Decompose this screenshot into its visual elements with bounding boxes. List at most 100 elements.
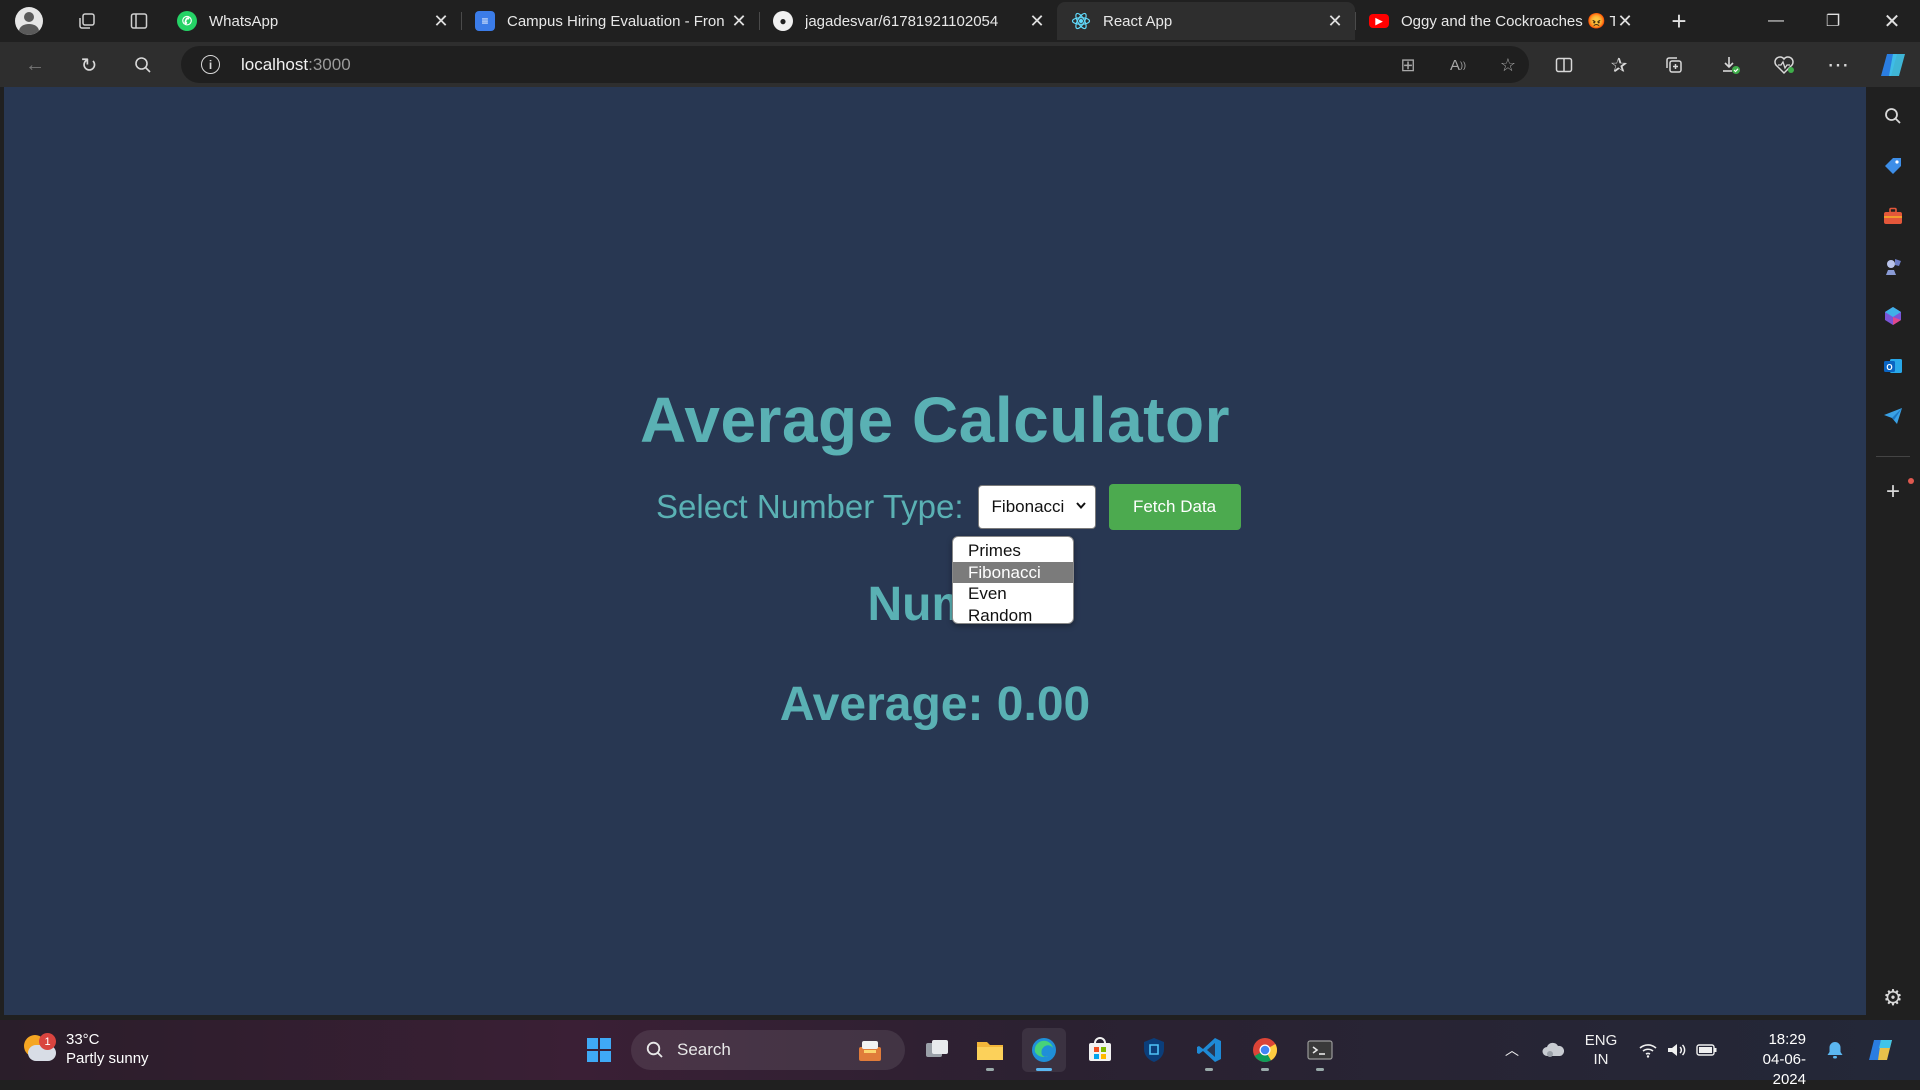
wifi-icon[interactable] <box>1636 1020 1660 1080</box>
language-indicator[interactable]: ENG IN <box>1578 1020 1624 1080</box>
defender-shield-icon[interactable] <box>1132 1028 1176 1072</box>
search-highlight-icon <box>859 1041 881 1061</box>
react-icon <box>1071 11 1091 31</box>
edge-browser-icon[interactable] <box>1022 1028 1066 1072</box>
tab-title: Campus Hiring Evaluation - Fron <box>507 12 725 30</box>
weather-description: Partly sunny <box>66 1050 149 1067</box>
average-value: Average: 0.00 <box>779 678 1091 731</box>
favorite-star-icon[interactable]: ☆ <box>1494 51 1522 79</box>
github-icon: ● <box>773 11 793 31</box>
option-fibonacci[interactable]: Fibonacci <box>953 561 1073 583</box>
add-sidebar-app-icon[interactable]: + <box>1880 478 1906 505</box>
browser-essentials-icon[interactable] <box>1766 48 1802 82</box>
vscode-icon[interactable] <box>1187 1028 1231 1072</box>
collections-icon[interactable] <box>1656 48 1692 82</box>
chrome-icon[interactable] <box>1243 1028 1287 1072</box>
youtube-icon: ▶ <box>1369 14 1389 28</box>
close-tab-icon[interactable]: ✕ <box>1615 11 1635 32</box>
partly-sunny-icon: 1 <box>22 1033 56 1065</box>
refresh-button[interactable]: ↻ <box>72 48 106 82</box>
terminal-icon[interactable] <box>1298 1028 1342 1072</box>
edge-sidebar: O + ⚙ <box>1866 87 1920 1015</box>
favorites-icon[interactable]: ✰ <box>1601 48 1637 82</box>
start-button[interactable] <box>577 1028 621 1072</box>
notification-dot <box>1908 478 1914 484</box>
microsoft-365-icon[interactable] <box>1880 303 1906 329</box>
show-hidden-icons-chevron[interactable]: ︿ <box>1500 1020 1524 1080</box>
sidebar-separator <box>1876 456 1910 457</box>
windows-taskbar: 1 33°C Partly sunny Search ︿ ENG IN 18:2… <box>0 1020 1920 1088</box>
tools-briefcase-icon[interactable] <box>1880 203 1906 229</box>
fetch-data-button[interactable]: Fetch Data <box>1108 483 1241 530</box>
onedrive-cloud-icon[interactable] <box>1538 1020 1568 1080</box>
language-code: ENG <box>1584 1032 1618 1049</box>
browser-toolbar: ← ↻ i localhost:3000 ⊞ A)) ☆ ✰ ⋯ <box>0 42 1920 87</box>
minimize-button[interactable]: — <box>1748 0 1804 42</box>
task-view-icon[interactable] <box>915 1028 959 1072</box>
svg-text:O: O <box>1886 363 1892 372</box>
copilot-taskbar-icon[interactable] <box>1862 1020 1902 1080</box>
option-even[interactable]: Even <box>953 583 1073 605</box>
tab-title: Oggy and the Cockroaches 😡 T <box>1401 13 1615 30</box>
tab-title: jagadesvar/61781921102054 <box>805 12 999 30</box>
telegram-send-icon[interactable] <box>1880 403 1906 429</box>
number-type-label: Select Number Type: <box>656 487 964 525</box>
tab-youtube[interactable]: ▶ Oggy and the Cockroaches 😡 T ✕ <box>1355 2 1645 40</box>
number-type-select[interactable]: Fibonacci <box>977 484 1096 529</box>
microsoft-store-icon[interactable] <box>1078 1028 1122 1072</box>
page-viewport: Average Calculator Select Number Type: F… <box>4 87 1866 1015</box>
taskbar-clock[interactable]: 18:29 04-06-2024 <box>1736 1030 1806 1090</box>
close-tab-icon[interactable]: ✕ <box>1027 11 1047 32</box>
url-host: localhost <box>241 55 309 74</box>
workspaces-icon[interactable] <box>68 2 106 40</box>
region-code: IN <box>1593 1051 1609 1068</box>
read-aloud-icon[interactable]: A)) <box>1444 51 1472 79</box>
clock-time: 18:29 <box>1768 1031 1806 1048</box>
downloads-icon[interactable] <box>1712 48 1748 82</box>
tab-campus-hiring[interactable]: ≡ Campus Hiring Evaluation - Fron ✕ <box>461 2 759 40</box>
clock-date: 04-06-2024 <box>1762 1051 1806 1088</box>
url-text[interactable]: localhost:3000 <box>241 55 351 75</box>
close-window-button[interactable]: ✕ <box>1864 0 1920 42</box>
tab-list: ✆ WhatsApp ✕ ≡ Campus Hiring Evaluation … <box>163 0 1645 42</box>
selected-number-type: Fibonacci <box>991 496 1065 516</box>
page-title: Average Calculator <box>640 384 1230 456</box>
sidebar-search-icon[interactable] <box>1880 103 1906 129</box>
profile-button[interactable] <box>10 2 48 40</box>
search-label: Search <box>677 1040 731 1059</box>
tab-react-app[interactable]: React App ✕ <box>1057 2 1355 40</box>
option-primes[interactable]: Primes <box>953 540 1073 562</box>
search-icon[interactable] <box>126 48 160 82</box>
number-type-row: Select Number Type: Fibonacci Fetch Data <box>656 483 1241 530</box>
outlook-icon[interactable]: O <box>1880 353 1906 379</box>
tab-actions-icon[interactable] <box>120 2 158 40</box>
weather-widget[interactable]: 1 33°C Partly sunny <box>22 1030 149 1068</box>
restore-button[interactable]: ❐ <box>1805 0 1861 42</box>
volume-icon[interactable] <box>1664 1020 1688 1080</box>
weather-temperature: 33°C <box>66 1031 100 1048</box>
shopping-tag-icon[interactable] <box>1880 153 1906 179</box>
profile-avatar-icon <box>15 7 43 35</box>
tab-github[interactable]: ● jagadesvar/61781921102054 ✕ <box>759 2 1057 40</box>
notifications-bell-icon[interactable] <box>1823 1020 1847 1080</box>
app-available-icon[interactable]: ⊞ <box>1394 51 1422 79</box>
back-button[interactable]: ← <box>18 48 52 82</box>
close-tab-icon[interactable]: ✕ <box>1325 11 1345 32</box>
copilot-icon[interactable] <box>1876 48 1912 82</box>
site-info-icon[interactable]: i <box>201 55 220 74</box>
tab-whatsapp[interactable]: ✆ WhatsApp ✕ <box>163 2 461 40</box>
address-bar[interactable]: i localhost:3000 ⊞ A)) ☆ <box>181 46 1529 83</box>
games-icon[interactable] <box>1880 253 1906 279</box>
split-screen-icon[interactable] <box>1546 48 1582 82</box>
tab-title: React App <box>1103 12 1173 30</box>
more-options-icon[interactable]: ⋯ <box>1820 48 1856 82</box>
close-tab-icon[interactable]: ✕ <box>729 11 749 32</box>
taskbar-search[interactable]: Search <box>631 1030 905 1070</box>
file-explorer-icon[interactable] <box>968 1028 1012 1072</box>
search-icon <box>646 1041 663 1058</box>
new-tab-button[interactable]: + <box>1662 4 1696 38</box>
battery-icon[interactable] <box>1694 1020 1720 1080</box>
settings-gear-icon[interactable]: ⚙ <box>1880 985 1906 1011</box>
option-random[interactable]: Random <box>953 605 1073 627</box>
close-tab-icon[interactable]: ✕ <box>431 11 451 32</box>
